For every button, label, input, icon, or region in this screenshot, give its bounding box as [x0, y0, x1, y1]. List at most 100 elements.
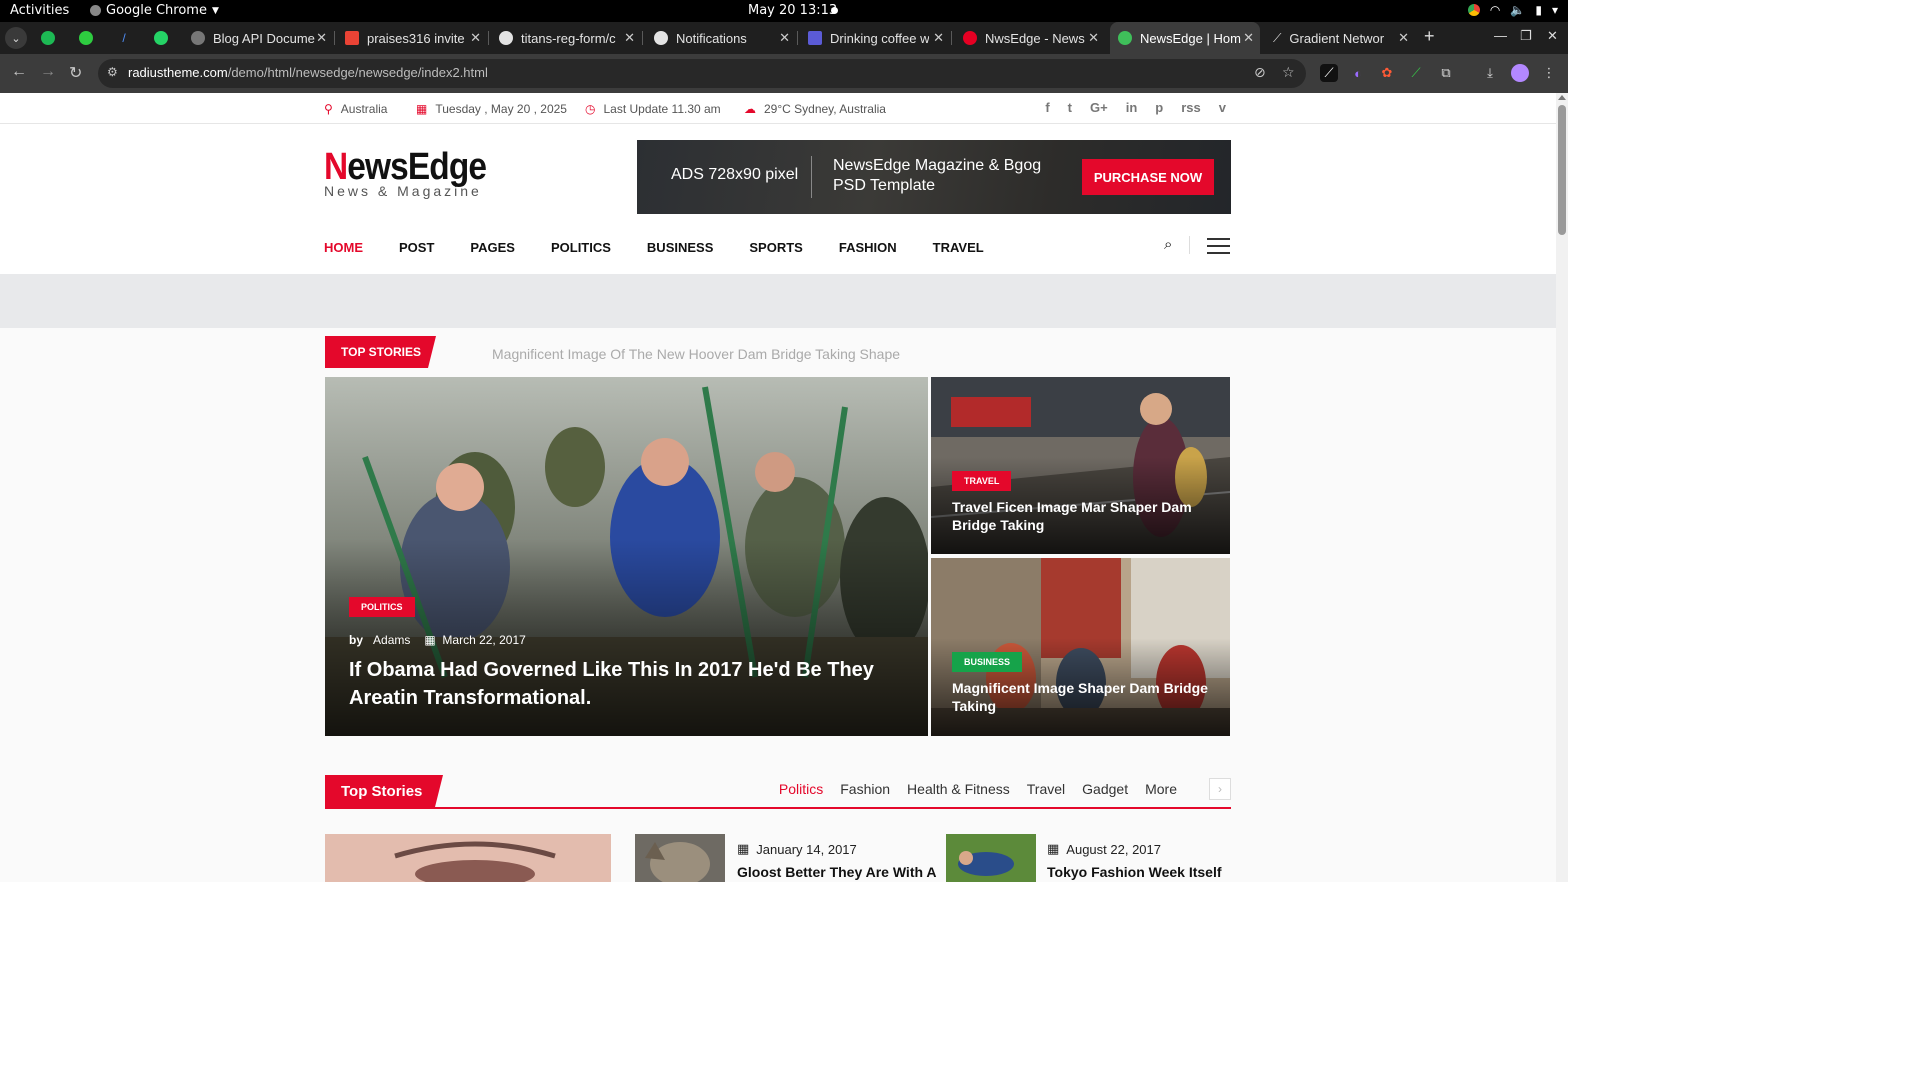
hero-main-title[interactable]: If Obama Had Governed Like This In 2017 … — [349, 656, 919, 712]
hero-side-title[interactable]: Magnificent Image Shaper Dam Bridge Taki… — [952, 679, 1222, 715]
more-menu-icon[interactable]: ⋮ — [1540, 64, 1558, 82]
browser-tab[interactable]: titans-reg-form/c ✕ — [491, 22, 641, 54]
hero-side-story[interactable]: BUSINESS Magnificent Image Shaper Dam Br… — [931, 558, 1230, 736]
back-icon[interactable]: ← — [11, 63, 27, 81]
browser-tab[interactable]: Notifications ✕ — [646, 22, 796, 54]
purchase-now-button[interactable]: PURCHASE NOW — [1082, 159, 1214, 195]
map-pin-icon: ⚲ — [324, 102, 333, 116]
close-tab-icon[interactable]: ✕ — [779, 30, 790, 46]
author-link[interactable]: Adams — [373, 633, 410, 647]
hamburger-menu-icon[interactable] — [1207, 238, 1230, 259]
card-title[interactable]: Gloost Better They Are With A — [737, 864, 937, 880]
site-logo[interactable]: NewsEdge News & Magazine — [324, 148, 508, 199]
tab-politics[interactable]: Politics — [779, 781, 823, 797]
reload-icon[interactable]: ↻ — [69, 63, 82, 83]
story-card-image[interactable] — [635, 834, 725, 882]
pinned-tab[interactable]: / — [106, 22, 142, 54]
close-tab-icon[interactable]: ✕ — [1398, 30, 1409, 46]
search-icon[interactable]: ⌕ — [1164, 236, 1172, 253]
extension-icon[interactable]: ✿ — [1378, 64, 1396, 82]
page-scrollbar[interactable] — [1556, 93, 1568, 882]
extensions-puzzle-icon[interactable]: ⧉ — [1437, 64, 1455, 82]
download-icon[interactable]: ⤓ — [1481, 64, 1499, 82]
scrollbar-thumb[interactable] — [1558, 105, 1566, 235]
tab-travel[interactable]: Travel — [1027, 781, 1065, 797]
hero-main-story[interactable]: POLITICS by Adams ▦ March 22, 2017 If Ob… — [325, 377, 928, 736]
card-date: ▦ January 14, 2017 — [737, 841, 857, 857]
address-bar[interactable]: ⚙ radiustheme.com/demo/html/newsedge/new… — [98, 59, 1306, 88]
browser-tab[interactable]: Drinking coffee w ✕ — [800, 22, 950, 54]
close-tab-icon[interactable]: ✕ — [1243, 30, 1254, 46]
tab-search-button[interactable]: ⌄ — [5, 27, 27, 49]
category-badge[interactable]: POLITICS — [349, 597, 415, 617]
browser-tab[interactable]: Blog API Docume ✕ — [183, 22, 333, 54]
profile-avatar[interactable] — [1511, 64, 1529, 82]
google-plus-icon[interactable]: G+ — [1090, 100, 1108, 115]
nav-item-business[interactable]: BUSINESS — [647, 240, 713, 255]
tab-gadget[interactable]: Gadget — [1082, 781, 1128, 797]
social-links: f t G+ in p rss v — [1045, 100, 1226, 115]
close-tab-icon[interactable]: ✕ — [624, 30, 635, 46]
tab-fashion[interactable]: Fashion — [840, 781, 890, 797]
nav-item-travel[interactable]: TRAVEL — [933, 240, 984, 255]
pinned-tab[interactable] — [143, 22, 179, 54]
gradient-favicon-icon: ⟋ — [1273, 30, 1282, 45]
hero-side-title[interactable]: Travel Ficen Image Mar Shaper Dam Bridge… — [952, 498, 1222, 534]
nav-item-politics[interactable]: POLITICS — [551, 240, 611, 255]
facebook-icon[interactable]: f — [1045, 100, 1049, 115]
site-info-icon[interactable]: ⚙ — [107, 65, 118, 79]
chevron-right-icon[interactable]: › — [1209, 778, 1231, 800]
eye-off-icon[interactable]: ⊘ — [1254, 64, 1266, 81]
browser-tab[interactable]: NwsEdge - News ✕ — [955, 22, 1105, 54]
extension-icon[interactable]: ◐ — [1349, 64, 1367, 82]
weather-info: ☁ 29°C Sydney, Australia — [744, 102, 886, 116]
help-favicon-icon — [79, 31, 93, 45]
nav-item-sports[interactable]: SPORTS — [749, 240, 802, 255]
calendar-icon: ▦ — [737, 841, 750, 856]
tab-more[interactable]: More — [1145, 781, 1177, 797]
ad-text: NewsEdge Magazine & Bgog PSD Template — [833, 157, 1042, 194]
browser-tab[interactable]: ⟋ Gradient Networ ✕ — [1265, 22, 1415, 54]
activities-button[interactable]: Activities — [10, 3, 69, 18]
close-tab-icon[interactable]: ✕ — [316, 30, 327, 46]
extension-icon[interactable]: ⟋ — [1407, 64, 1425, 82]
category-badge[interactable]: BUSINESS — [952, 652, 1023, 672]
tab-health-fitness[interactable]: Health & Fitness — [907, 781, 1010, 797]
hero-side-story[interactable]: TRAVEL Travel Ficen Image Mar Shaper Dam… — [931, 377, 1230, 554]
linkedin-icon[interactable]: in — [1126, 100, 1138, 115]
card-title[interactable]: Tokyo Fashion Week Itself — [1047, 864, 1222, 880]
tab-title: Drinking coffee w — [830, 30, 930, 46]
close-tab-icon[interactable]: ✕ — [1088, 30, 1099, 46]
app-menu[interactable]: Google Chrome ▼ — [90, 3, 219, 18]
minimize-icon[interactable]: — — [1494, 28, 1507, 43]
ad-banner[interactable]: ADS 728x90 pixel NewsEdge Magazine & Bgo… — [637, 140, 1231, 214]
browser-tab[interactable]: praises316 invite ✕ — [337, 22, 487, 54]
url-text[interactable]: radiustheme.com/demo/html/newsedge/newse… — [128, 65, 488, 80]
forward-icon[interactable]: → — [40, 63, 56, 81]
close-window-icon[interactable]: ✕ — [1547, 28, 1558, 44]
story-card-image[interactable] — [325, 834, 611, 882]
system-tray[interactable]: ◠ 🔈 ▮ ▾ — [1467, 3, 1558, 17]
category-badge[interactable]: TRAVEL — [952, 471, 1012, 491]
rss-icon[interactable]: rss — [1181, 100, 1201, 115]
pinned-tab[interactable] — [30, 22, 66, 54]
maximize-icon[interactable]: ❐ — [1520, 28, 1532, 44]
nav-item-pages[interactable]: PAGES — [470, 240, 515, 255]
twitter-icon[interactable]: t — [1068, 100, 1072, 115]
ticker-headline[interactable]: Magnificent Image Of The New Hoover Dam … — [492, 346, 900, 362]
last-update-info: ◷ Last Update 11.30 am — [585, 102, 721, 116]
new-tab-icon[interactable]: + — [1424, 26, 1435, 47]
story-card-image[interactable] — [946, 834, 1036, 882]
pinterest-icon[interactable]: p — [1155, 100, 1163, 115]
bookmark-star-icon[interactable]: ☆ — [1282, 64, 1295, 81]
close-tab-icon[interactable]: ✕ — [470, 30, 481, 46]
pinned-tab[interactable] — [68, 22, 104, 54]
nav-item-post[interactable]: POST — [399, 240, 434, 255]
vimeo-icon[interactable]: v — [1219, 100, 1226, 115]
clock[interactable]: May 20 13:13 — [748, 3, 837, 18]
extension-icon[interactable]: ⟋ — [1320, 64, 1338, 82]
browser-tab-active[interactable]: NewsEdge | Hom ✕ — [1110, 22, 1260, 54]
nav-item-home[interactable]: HOME — [324, 240, 363, 255]
close-tab-icon[interactable]: ✕ — [933, 30, 944, 46]
nav-item-fashion[interactable]: FASHION — [839, 240, 897, 255]
